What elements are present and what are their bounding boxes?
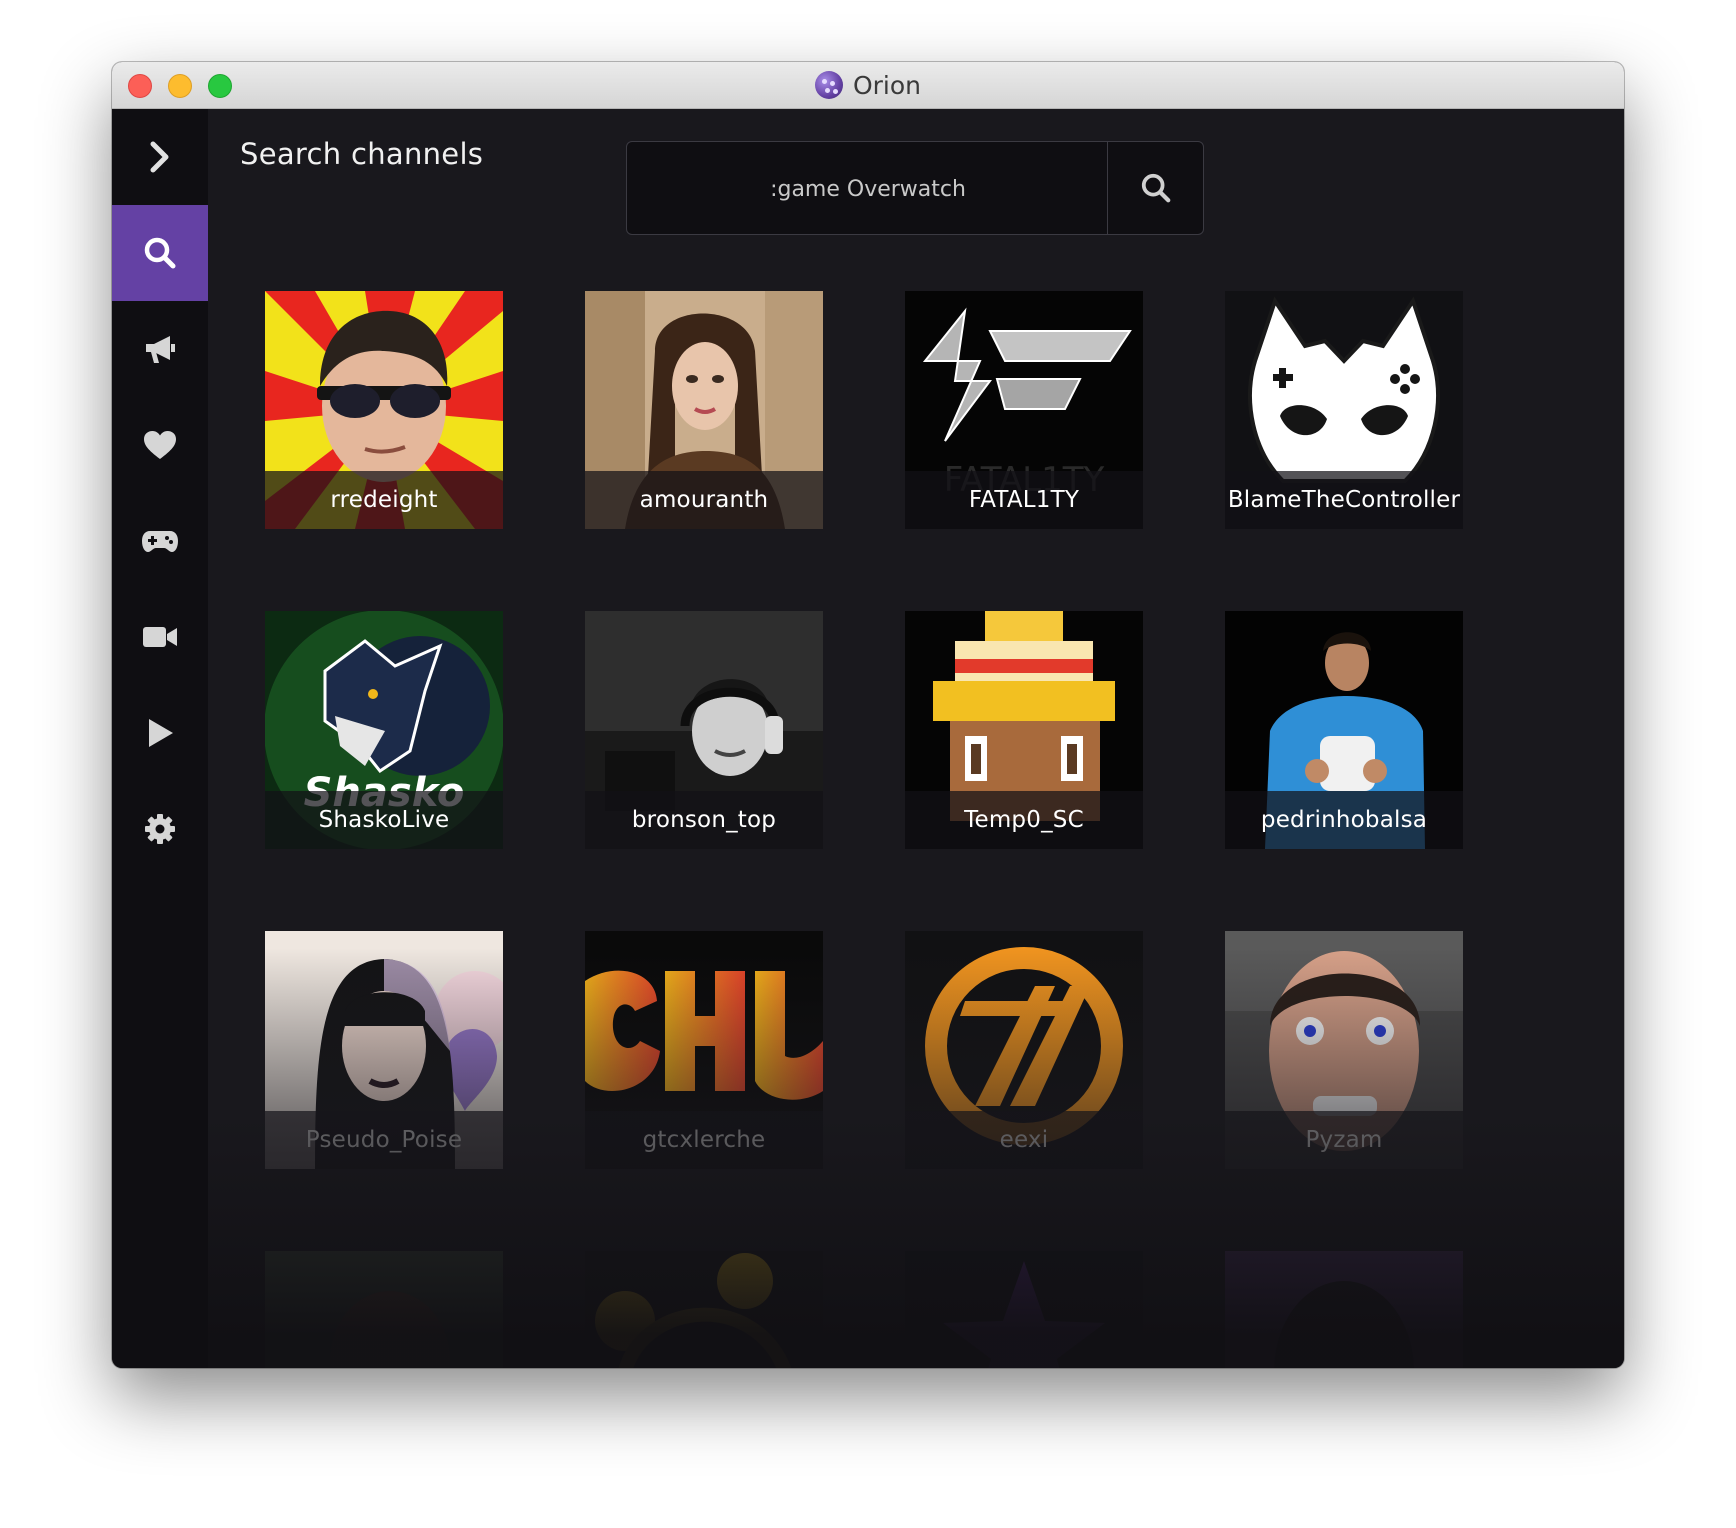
- channel-name: ShaskoLive: [265, 791, 503, 849]
- gamepad-icon: [142, 531, 178, 552]
- heart-icon: [144, 431, 176, 459]
- sidebar-item-videos[interactable]: [112, 589, 208, 685]
- channel-avatar: [905, 1251, 1143, 1368]
- sidebar: [112, 109, 208, 1368]
- sidebar-toggle-button[interactable]: [112, 109, 208, 205]
- channel-name: Temp0_SC: [905, 791, 1143, 849]
- sidebar-item-player[interactable]: [112, 685, 208, 781]
- window-title: Orion: [852, 70, 922, 100]
- chevron-right-icon: [150, 141, 169, 173]
- channel-tile-pseudo-poise[interactable]: Pseudo_Poise: [265, 931, 503, 1169]
- video-camera-icon: [143, 627, 177, 647]
- orion-logo-icon: [814, 71, 843, 99]
- sidebar-item-settings[interactable]: [112, 781, 208, 877]
- search-icon: [144, 237, 176, 269]
- page-title: Search channels: [240, 137, 484, 171]
- search-input[interactable]: [627, 142, 1109, 236]
- search-icon: [1141, 173, 1170, 203]
- channel-tile-fatal1ty[interactable]: FATAL1TY FATAL1TY: [905, 291, 1143, 529]
- channel-tile-partial[interactable]: [585, 1251, 823, 1368]
- channel-tile-rredeight[interactable]: rredeight: [265, 291, 503, 529]
- channel-tile-partial[interactable]: [1225, 1251, 1463, 1368]
- search-button[interactable]: [1107, 142, 1203, 234]
- channel-tile-amouranth[interactable]: amouranth: [585, 291, 823, 529]
- channel-name: amouranth: [585, 471, 823, 529]
- channel-name: pedrinhobalsa: [1225, 791, 1463, 849]
- channel-name: FATAL1TY: [905, 471, 1143, 529]
- channel-tile-gtcxlerche[interactable]: gtcxlerche: [585, 931, 823, 1169]
- channel-tile-partial[interactable]: [905, 1251, 1143, 1368]
- channel-avatar: [1225, 1251, 1463, 1368]
- sidebar-item-search[interactable]: [112, 205, 208, 301]
- channel-tile-bronson-top[interactable]: bronson_top: [585, 611, 823, 849]
- megaphone-icon: [146, 336, 175, 363]
- channel-tile-partial[interactable]: [265, 1251, 503, 1368]
- channel-tile-blamethecontroller[interactable]: BlameTheController: [1225, 291, 1463, 529]
- channel-avatar: [265, 1251, 503, 1368]
- search-bar: [626, 141, 1204, 236]
- sidebar-item-featured[interactable]: [112, 301, 208, 397]
- channel-tile-shaskolive[interactable]: Shasko ShaskoLive: [265, 611, 503, 849]
- channel-name: bronson_top: [585, 791, 823, 849]
- app-window: Orion Search channels:game Overwatch rr…: [112, 62, 1624, 1368]
- channel-name: Pyzam: [1225, 1111, 1463, 1169]
- channel-name: rredeight: [265, 471, 503, 529]
- channel-name: Pseudo_Poise: [265, 1111, 503, 1169]
- title-bar: Orion: [112, 62, 1624, 109]
- channel-tile-pedrinhobalsa[interactable]: pedrinhobalsa: [1225, 611, 1463, 849]
- settings-gear-icon: [145, 814, 175, 844]
- channel-tile-eexi[interactable]: eexi: [905, 931, 1143, 1169]
- channel-tile-temp0-sc[interactable]: Temp0_SC: [905, 611, 1143, 849]
- channel-name: eexi: [905, 1111, 1143, 1169]
- play-icon: [149, 719, 173, 747]
- sidebar-item-games[interactable]: [112, 493, 208, 589]
- sidebar-item-favorites[interactable]: [112, 397, 208, 493]
- channel-name: BlameTheController: [1225, 471, 1463, 529]
- channel-name: gtcxlerche: [585, 1111, 823, 1169]
- main-content: Search channels:game Overwatch rredeigh…: [208, 109, 1624, 1368]
- channel-avatar: [585, 1251, 823, 1368]
- channel-tile-pyzam[interactable]: Pyzam: [1225, 931, 1463, 1169]
